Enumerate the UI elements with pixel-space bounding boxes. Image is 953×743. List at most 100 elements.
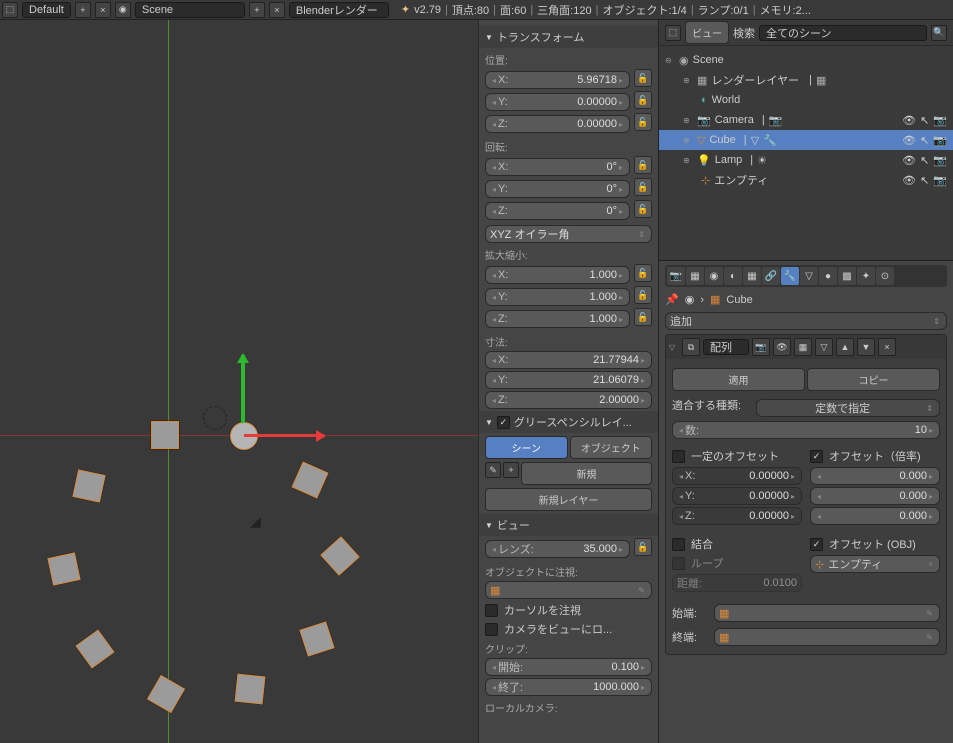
cube-instance[interactable]	[47, 552, 80, 585]
pencil-icon[interactable]: ✎	[485, 462, 501, 478]
empty-object[interactable]	[203, 406, 227, 430]
dim-x-field[interactable]: ◂X:21.77944▸	[485, 351, 652, 369]
cube-instance[interactable]	[75, 629, 114, 668]
merge-checkbox[interactable]	[672, 538, 685, 551]
focus-object-field[interactable]: ▦✎	[485, 581, 652, 599]
lock-cursor-checkbox[interactable]	[485, 604, 498, 617]
lock-icon[interactable]: 🔓	[634, 264, 652, 282]
offset-object-field[interactable]: ⊹エンプティ×	[810, 555, 940, 573]
modifier-name-field[interactable]: 配列	[703, 339, 749, 355]
tab-material[interactable]: ●	[819, 267, 837, 285]
tab-particles[interactable]: ✦	[857, 267, 875, 285]
gizmo-x-axis[interactable]	[244, 434, 324, 437]
rot-z-field[interactable]: ◂Z:0°▸	[485, 202, 630, 220]
fit-type-dropdown[interactable]: 定数で指定⇕	[756, 399, 940, 417]
move-down-icon[interactable]: ▼	[857, 338, 875, 356]
mod-cage-icon[interactable]: ▽	[815, 338, 833, 356]
apply-button[interactable]: 適用	[672, 368, 805, 391]
gp-newlayer-button[interactable]: 新規レイヤー	[485, 488, 652, 511]
view-menu[interactable]: ビュー	[685, 21, 729, 44]
start-cap-field[interactable]: ▦✎	[714, 604, 940, 622]
rel-x-field[interactable]: ◂0.000▸	[810, 467, 940, 485]
rel-offset-checkbox[interactable]	[810, 450, 823, 463]
lock-icon[interactable]: 🔓	[634, 113, 652, 131]
mod-viewport-icon[interactable]: 👁	[773, 338, 791, 356]
tree-camera[interactable]: ⊕📷Camera|📷👁↖📷	[659, 110, 953, 130]
tab-renderlayers[interactable]: ▦	[686, 267, 704, 285]
gp-checkbox[interactable]	[497, 416, 510, 429]
count-field[interactable]: ◂数:10▸	[672, 421, 940, 439]
gp-new-button[interactable]: 新規	[521, 462, 652, 485]
lock-icon[interactable]: 🔓	[634, 69, 652, 87]
lock-camera-checkbox[interactable]	[485, 623, 498, 636]
lock-icon[interactable]: 🔓	[634, 91, 652, 109]
gp-scene-button[interactable]: シーン	[485, 436, 568, 459]
clip-start-field[interactable]: ◂開始:0.100▸	[485, 658, 652, 676]
add-icon[interactable]: +	[503, 462, 519, 478]
camera-icon[interactable]: ◢	[250, 513, 261, 530]
rel-y-field[interactable]: ◂0.000▸	[810, 487, 940, 505]
lock-icon[interactable]: 🔓	[634, 156, 652, 174]
tab-object[interactable]: ▦	[743, 267, 761, 285]
tree-world[interactable]: ◐World	[659, 90, 953, 110]
cube-instance[interactable]	[147, 675, 185, 713]
scene-dropdown[interactable]: Scene	[135, 2, 245, 18]
cube-instance[interactable]	[151, 421, 179, 449]
tree-lamp[interactable]: ⊕💡Lamp|☀👁↖📷	[659, 150, 953, 170]
tab-modifiers[interactable]: 🔧	[781, 267, 799, 285]
tree-empty[interactable]: ⊹エンプティ👁↖📷	[659, 170, 953, 190]
rot-y-field[interactable]: ◂Y:0°▸	[485, 180, 630, 198]
loc-x-field[interactable]: ◂X:5.96718▸	[485, 71, 630, 89]
scene-icon[interactable]: ◉	[115, 2, 131, 18]
sca-x-field[interactable]: ◂X:1.000▸	[485, 266, 630, 284]
copy-button[interactable]: コピー	[807, 368, 940, 391]
lock-icon[interactable]: 🔓	[634, 178, 652, 196]
rel-z-field[interactable]: ◂0.000▸	[810, 507, 940, 525]
loc-y-field[interactable]: ◂Y:0.00000▸	[485, 93, 630, 111]
add-scene-icon[interactable]: +	[249, 2, 265, 18]
tab-physics[interactable]: ⊙	[876, 267, 894, 285]
end-cap-field[interactable]: ▦✎	[714, 628, 940, 646]
lens-field[interactable]: ◂レンズ:35.000▸	[485, 540, 630, 558]
loc-z-field[interactable]: ◂Z:0.00000▸	[485, 115, 630, 133]
tab-texture[interactable]: ▩	[838, 267, 856, 285]
cube-instance[interactable]	[320, 536, 360, 576]
tab-data[interactable]: ▽	[800, 267, 818, 285]
add-modifier-dropdown[interactable]: 追加⇕	[665, 312, 947, 330]
sca-y-field[interactable]: ◂Y:1.000▸	[485, 288, 630, 306]
3d-viewport[interactable]: ◢	[0, 20, 478, 743]
tree-cube[interactable]: ⊕▽Cube|▽🔧👁↖📷	[659, 130, 953, 150]
const-offset-checkbox[interactable]	[672, 450, 685, 463]
gp-object-button[interactable]: オブジェクト	[570, 436, 653, 459]
delete-modifier-icon[interactable]: ×	[878, 338, 896, 356]
pin-icon[interactable]: 📌	[665, 293, 679, 306]
dim-y-field[interactable]: ◂Y:21.06079▸	[485, 371, 652, 389]
close-layout-icon[interactable]: ×	[95, 2, 111, 18]
editor-type-icon[interactable]: ⬚	[2, 2, 18, 18]
add-layout-icon[interactable]: +	[75, 2, 91, 18]
close-scene-icon[interactable]: ×	[269, 2, 285, 18]
layout-dropdown[interactable]: Default	[22, 2, 71, 18]
transform-panel-header[interactable]: トランスフォーム	[479, 26, 658, 48]
dim-z-field[interactable]: ◂Z:2.00000▸	[485, 391, 652, 409]
move-up-icon[interactable]: ▲	[836, 338, 854, 356]
tree-scene[interactable]: ⊖◉Scene	[659, 50, 953, 70]
cube-instance[interactable]	[299, 621, 334, 656]
filter-dropdown[interactable]: 全てのシーン	[759, 25, 927, 41]
collapse-icon[interactable]: ▽	[669, 343, 679, 352]
tab-scene[interactable]: ◉	[705, 267, 723, 285]
editor-type-icon[interactable]: ⬚	[665, 25, 681, 41]
cube-instance[interactable]	[292, 462, 329, 499]
lock-icon[interactable]: 🔓	[634, 308, 652, 326]
cube-instance[interactable]	[235, 674, 266, 705]
tab-render[interactable]: 📷	[667, 267, 685, 285]
mod-render-icon[interactable]: 📷	[752, 338, 770, 356]
lock-icon[interactable]: 🔓	[634, 538, 652, 556]
cube-instance[interactable]	[72, 469, 105, 502]
rotation-mode-dropdown[interactable]: XYZ オイラー角⇕	[485, 225, 652, 243]
sca-z-field[interactable]: ◂Z:1.000▸	[485, 310, 630, 328]
search-icon[interactable]: 🔍	[931, 25, 947, 41]
view-panel-header[interactable]: ビュー	[479, 514, 658, 536]
mod-edit-icon[interactable]: ▦	[794, 338, 812, 356]
render-engine-dropdown[interactable]: Blenderレンダー	[289, 2, 389, 18]
